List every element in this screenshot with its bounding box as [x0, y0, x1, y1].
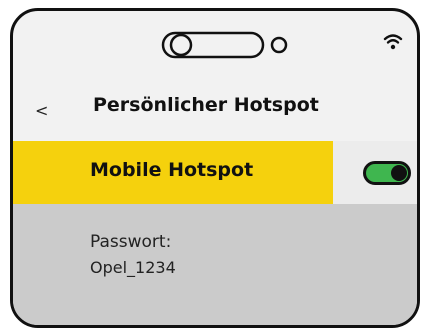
page-title: Persönlicher Hotspot — [93, 94, 319, 116]
password-value: Opel_1234 — [90, 258, 176, 277]
mobile-hotspot-toggle[interactable] — [363, 161, 411, 185]
mobile-hotspot-label: Mobile Hotspot — [90, 159, 254, 181]
mobile-hotspot-row: Mobile Hotspot — [13, 141, 417, 204]
password-label: Passwort: — [90, 232, 172, 252]
wifi-icon — [383, 34, 403, 50]
phone-frame: < Persönlicher Hotspot Mobile Hotspot Pa… — [10, 8, 420, 328]
password-row: Passwort: Opel_1234 — [13, 204, 417, 325]
toggle-knob — [391, 165, 407, 181]
camera-notch-icon — [161, 31, 288, 59]
mobile-hotspot-label-area: Mobile Hotspot — [13, 141, 333, 204]
status-bar — [13, 11, 417, 73]
mobile-hotspot-toggle-area — [333, 141, 417, 204]
back-button[interactable]: < — [35, 101, 48, 120]
screen-header: < Persönlicher Hotspot — [13, 73, 417, 149]
